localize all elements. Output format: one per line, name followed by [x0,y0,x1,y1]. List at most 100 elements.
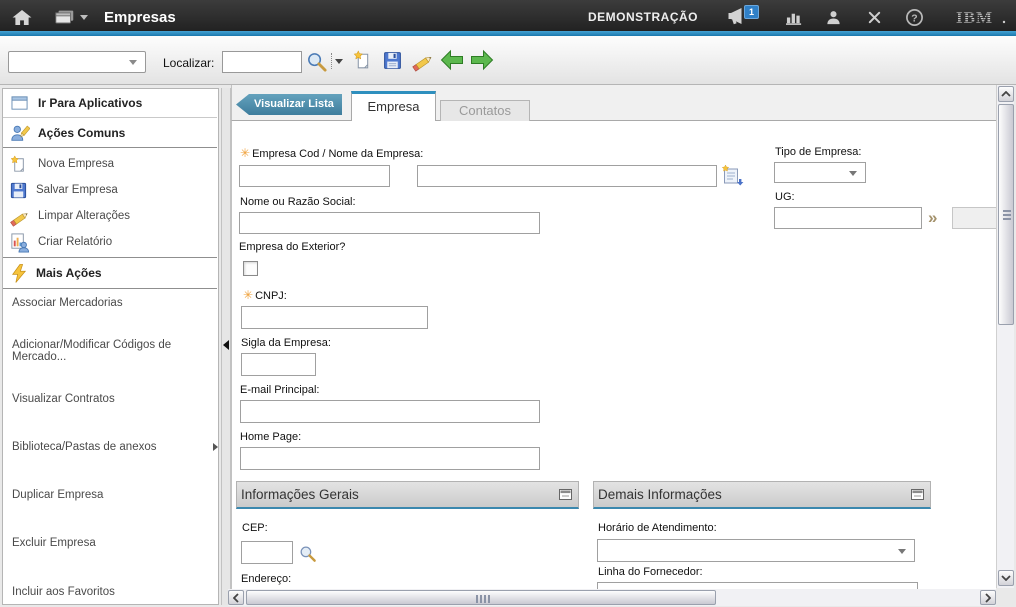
tab-empresa[interactable]: Empresa [351,91,436,121]
sigla-label: Sigla da Empresa: [241,337,331,349]
sidebar-item-visualizar-contratos[interactable]: Visualizar Contratos [3,387,226,411]
horizontal-scrollbar-thumb[interactable] [246,590,716,605]
sidebar-item-biblioteca-pastas-anexos[interactable]: Biblioteca/Pastas de anexos [3,435,226,459]
sidebar-item-label: Salvar Empresa [36,184,118,196]
windows-stack-icon [54,9,76,26]
notification-badge: 1 [744,5,759,19]
homepage-input[interactable] [240,447,540,470]
collapse-sidebar-handle[interactable] [223,340,229,350]
sidebar-header-label: Ir Para Aplicativos [38,96,142,110]
page-title: Empresas [104,9,176,26]
ug-expand-button[interactable]: » [928,211,937,225]
section-title: Informações Gerais [241,487,359,502]
section-informacoes-gerais: Informações Gerais [236,481,579,509]
sidebar-item-limpar-alteracoes[interactable]: Limpar Alterações [3,203,223,229]
sidebar-item-duplicar-empresa[interactable]: Duplicar Empresa [3,483,226,507]
visualizar-lista-button[interactable]: Visualizar Lista [236,94,342,115]
sidebar-item-criar-relatorio[interactable]: Criar Relatório [3,229,223,255]
section-demais-informacoes: Demais Informações [593,481,931,509]
app-switcher-button[interactable] [54,8,88,26]
ug-extra-input [952,207,1000,229]
scroll-left-button[interactable] [228,590,244,605]
localizar-input[interactable] [222,51,302,73]
user-icon [825,9,842,26]
divider [3,147,217,148]
clear-changes-icon [9,206,30,227]
ug-label: UG: [775,191,795,203]
required-icon: ✳ [243,288,253,302]
scroll-down-button[interactable] [998,570,1014,586]
cep-search-button[interactable] [297,543,317,563]
sidebar-splitter[interactable] [221,88,231,605]
tab-strip [231,85,996,121]
reports-button[interactable] [784,8,804,26]
submenu-arrow-icon [213,443,218,451]
empresa-exterior-label: Empresa do Exterior? [239,241,345,253]
tipo-empresa-label: Tipo de Empresa: [775,146,861,158]
scroll-right-button[interactable] [980,590,996,605]
empresa-lookup-button[interactable] [720,164,744,188]
collapse-section-icon[interactable] [911,489,924,500]
sidebar-item-incluir-aos-favoritos[interactable]: Incluir aos Favoritos [3,580,226,604]
context-combobox[interactable] [8,51,146,73]
scroll-up-button[interactable] [998,86,1014,102]
collapse-section-icon[interactable] [559,489,572,500]
close-button[interactable] [866,9,882,25]
empresa-exterior-checkbox[interactable] [243,261,258,276]
sidebar-item-excluir-empresa[interactable]: Excluir Empresa [3,531,226,555]
horizontal-scrollbar[interactable] [228,589,996,606]
cnpj-label: ✳CNPJ: [243,288,287,302]
tipo-empresa-select[interactable] [774,162,866,183]
chevron-down-icon [335,59,343,64]
search-icon [305,50,328,73]
form-panel [231,121,996,589]
vertical-scrollbar[interactable] [996,85,1014,588]
sidebar-item-adicionar-modificar-codigos[interactable]: Adicionar/Modificar Códigos de Mercado..… [3,339,226,363]
endereco-label: Endereço: [241,573,291,585]
nome-razao-input[interactable] [239,212,540,234]
empresa-cod-input[interactable] [239,165,390,187]
help-button[interactable]: ? [904,7,924,27]
sidebar-item-associar-mercadorias[interactable]: Associar Mercadorias [3,291,226,315]
tab-contatos[interactable]: Contatos [440,100,530,121]
ug-input[interactable] [774,207,922,229]
sigla-input[interactable] [241,353,316,376]
chevron-down-icon [129,60,137,65]
bar-chart-icon [785,9,804,26]
empresa-nome-input[interactable] [417,165,717,187]
sidebar-item-label: Visualizar Contratos [12,393,115,405]
vertical-scrollbar-thumb[interactable] [998,104,1014,325]
new-document-icon [352,49,375,72]
cep-input[interactable] [241,541,293,564]
sidebar-item-nova-empresa[interactable]: Nova Empresa [3,151,223,177]
sidebar-item-label: Nova Empresa [38,158,114,170]
new-document-icon [9,154,30,175]
cep-label: CEP: [242,522,268,534]
cnpj-input[interactable] [241,306,428,329]
search-button[interactable] [304,49,328,73]
localizar-label: Localizar: [163,56,214,70]
back-button[interactable] [440,49,464,71]
divider [3,257,217,258]
sidebar-item-ir-para-aplicativos[interactable]: Ir Para Aplicativos [3,89,224,117]
chevron-down-icon [80,15,88,20]
sidebar-header-mais-acoes: Mais Ações [3,259,224,287]
create-report-icon [9,232,30,253]
home-button[interactable] [10,8,34,26]
user-button[interactable] [824,8,842,26]
forward-button[interactable] [470,49,494,71]
sidebar-item-label: Criar Relatório [38,236,112,248]
horario-atendimento-select[interactable] [597,539,915,562]
clear-changes-icon [410,49,435,72]
search-options-button[interactable] [331,53,346,69]
sidebar-item-salvar-empresa[interactable]: Salvar Empresa [3,177,223,203]
clear-button[interactable] [409,48,435,72]
email-input[interactable] [240,400,540,423]
selected-value [598,544,602,556]
new-button[interactable] [351,48,375,72]
tab-label: Empresa [367,99,419,114]
save-button[interactable] [381,49,403,71]
homepage-label: Home Page: [240,431,301,443]
sidebar-item-label: Associar Mercadorias [12,297,123,309]
environment-label: DEMONSTRAÇÃO [588,10,698,24]
